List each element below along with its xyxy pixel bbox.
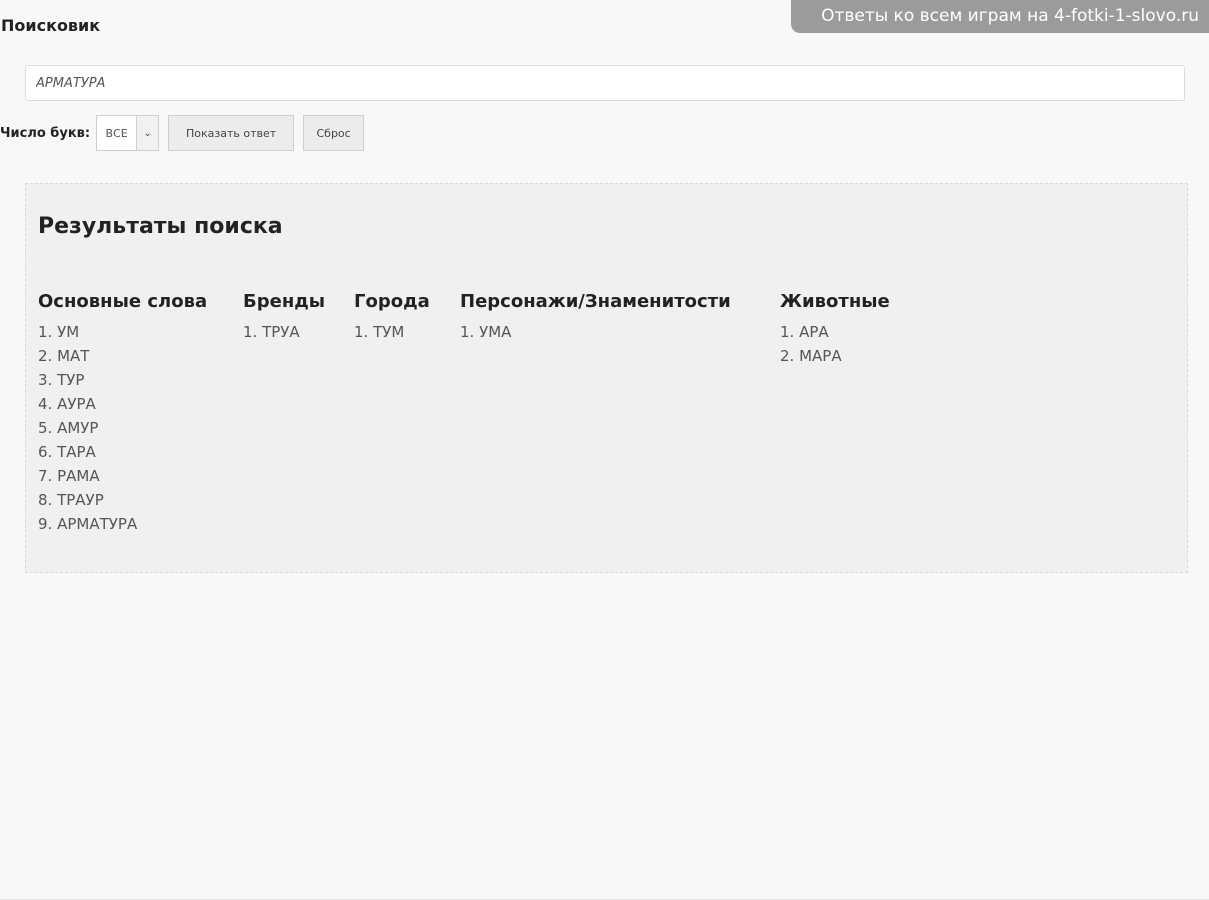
list-item: 1. АРА (780, 323, 829, 341)
word-list: 1. ТРУА (243, 320, 325, 344)
column-heading: Персонажи/Знаменитости (460, 291, 731, 312)
column-heading: Животные (780, 291, 890, 312)
column-heading: Основные слова (38, 291, 208, 312)
site-watermark: Ответы ко всем играм на 4-fotki-1-slovo.… (791, 0, 1209, 33)
list-item: 4. АУРА (38, 395, 96, 413)
list-item: 3. ТУР (38, 371, 85, 389)
list-item: 9. АРМАТУРА (38, 515, 138, 533)
results-column-characters: Персонажи/Знаменитости 1. УМА (460, 291, 731, 344)
letter-count-select[interactable]: ВСЕ ⌄ (96, 115, 160, 151)
list-item: 7. РАМА (38, 467, 100, 485)
list-item: 8. ТРАУР (38, 491, 104, 509)
letter-count-label: Число букв: (0, 125, 91, 141)
search-controls: Число букв: ВСЕ ⌄ Показать ответ Сброс (0, 115, 373, 151)
search-results-panel: Результаты поиска Основные слова 1. УМ 2… (25, 183, 1188, 573)
word-list: 1. УМА (460, 320, 731, 344)
list-item: 5. АМУР (38, 419, 99, 437)
column-heading: Города (354, 291, 430, 312)
word-list: 1. УМ 2. МАТ 3. ТУР 4. АУРА 5. АМУР 6. Т… (38, 320, 207, 536)
chevron-down-icon[interactable]: ⌄ (136, 116, 159, 150)
list-item: 1. ТУМ (354, 323, 405, 341)
show-answer-button[interactable]: Показать ответ (168, 115, 295, 151)
column-heading: Бренды (243, 291, 326, 312)
results-column-brands: Бренды 1. ТРУА (243, 291, 325, 344)
page: Ответы ко всем играм на 4-fotki-1-slovo.… (0, 0, 1209, 900)
word-list: 1. АРА 2. МАРА (780, 320, 890, 368)
results-column-animals: Животные 1. АРА 2. МАРА (780, 291, 890, 368)
list-item: 1. УМА (460, 323, 512, 341)
list-item: 2. МАТ (38, 347, 90, 365)
word-list: 1. ТУМ (354, 320, 430, 344)
list-item: 6. ТАРА (38, 443, 96, 461)
page-title: Поисковик (1, 16, 101, 35)
results-column-cities: Города 1. ТУМ (354, 291, 430, 344)
letter-count-value: ВСЕ (105, 126, 128, 140)
list-item: 1. УМ (38, 323, 80, 341)
results-heading: Результаты поиска (38, 214, 283, 239)
results-column-main-words: Основные слова 1. УМ 2. МАТ 3. ТУР 4. АУ… (38, 291, 207, 536)
list-item: 2. МАРА (780, 347, 842, 365)
reset-button[interactable]: Сброс (303, 115, 365, 151)
list-item: 1. ТРУА (243, 323, 300, 341)
search-input[interactable] (25, 65, 1185, 101)
